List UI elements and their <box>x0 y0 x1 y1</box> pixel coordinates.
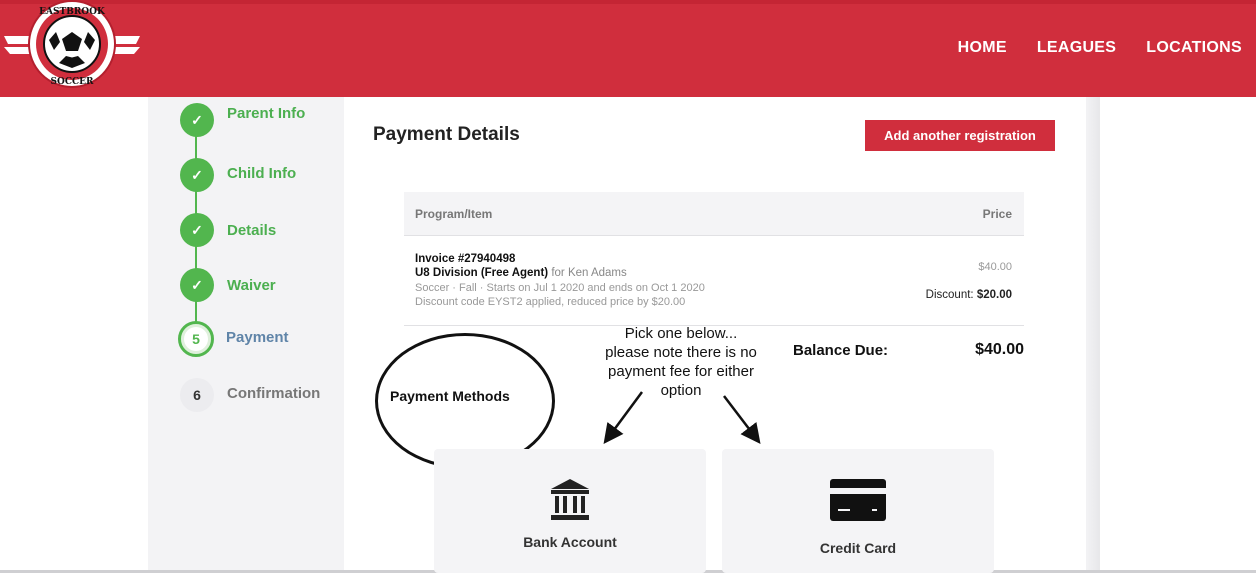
note-line: payment fee for either <box>608 363 754 380</box>
step-number: 6 <box>180 378 214 412</box>
payment-methods-label: Payment Methods <box>390 388 510 404</box>
item-price: $40.00 <box>978 261 1012 273</box>
column-header-price: Price <box>982 207 1012 221</box>
step-number: 5 <box>178 321 214 357</box>
step-label: Child Info <box>227 164 297 182</box>
step-payment[interactable]: 5 Payment <box>178 321 289 357</box>
bank-icon <box>551 479 589 520</box>
step-label: Waiver <box>227 276 276 294</box>
credit-card-option[interactable]: Credit Card <box>722 449 994 573</box>
check-icon: ✓ <box>180 213 214 247</box>
svg-text:EASTBROOK: EASTBROOK <box>39 7 106 17</box>
division-line: U8 Division (Free Agent) for Ken Adams <box>415 267 627 279</box>
bank-account-label: Bank Account <box>523 534 617 550</box>
discount-label: Discount: <box>925 289 974 301</box>
main-nav: HOME LEAGUES LOCATIONS <box>928 39 1242 57</box>
balance-due-label: Balance Due: <box>793 342 889 359</box>
balance-due-value: $40.00 <box>975 341 1024 358</box>
note-line: please note there is no <box>605 344 757 361</box>
discount-value: $20.00 <box>976 289 1012 301</box>
player-name: for Ken Adams <box>551 267 627 279</box>
step-label: Details <box>227 221 277 239</box>
check-icon: ✓ <box>180 103 214 137</box>
step-details[interactable]: ✓ Details <box>180 213 276 247</box>
column-header-item: Program/Item <box>415 207 493 221</box>
division-name: U8 Division (Free Agent) <box>415 267 549 279</box>
note-line: Pick one below... <box>624 325 738 342</box>
step-parent-info[interactable]: ✓ Parent Info <box>180 103 305 137</box>
nav-locations[interactable]: LOCATIONS <box>1146 39 1242 57</box>
table-row: Invoice #27940498 U8 Division (Free Agen… <box>404 237 1024 326</box>
check-icon: ✓ <box>180 158 214 192</box>
discount-line: Discount: $20.00 <box>926 289 1012 301</box>
check-icon: ✓ <box>180 268 214 302</box>
eastbrook-soccer-logo[interactable]: EASTBROOK SOCCER <box>4 0 140 92</box>
credit-card-icon <box>830 479 886 521</box>
header-strip <box>0 0 1256 4</box>
step-child-info[interactable]: ✓ Child Info <box>180 158 296 192</box>
step-waiver[interactable]: ✓ Waiver <box>180 268 276 302</box>
step-label: Payment <box>226 328 289 346</box>
step-label: Parent Info <box>227 104 306 122</box>
program-meta: Soccer · Fall · Starts on Jul 1 2020 and… <box>415 282 705 294</box>
add-another-registration-button[interactable]: Add another registration <box>865 120 1055 151</box>
annotation-arrows <box>603 391 761 445</box>
discount-note: Discount code EYST2 applied, reduced pri… <box>415 296 686 308</box>
top-navigation-bar: EASTBROOK SOCCER HOME LEAGUES LOCATIONS <box>0 0 1256 97</box>
nav-home[interactable]: HOME <box>958 39 1007 57</box>
bank-account-option[interactable]: Bank Account <box>434 449 706 573</box>
invoice-number: Invoice #27940498 <box>415 253 516 265</box>
svg-text:SOCCER: SOCCER <box>50 77 94 87</box>
table-header: Program/Item Price <box>404 192 1024 236</box>
page-title: Payment Details <box>373 124 520 145</box>
step-label: Confirmation <box>227 384 321 402</box>
nav-leagues[interactable]: LEAGUES <box>1037 39 1116 57</box>
credit-card-label: Credit Card <box>819 540 897 556</box>
step-confirmation: 6 Confirmation <box>180 378 320 412</box>
